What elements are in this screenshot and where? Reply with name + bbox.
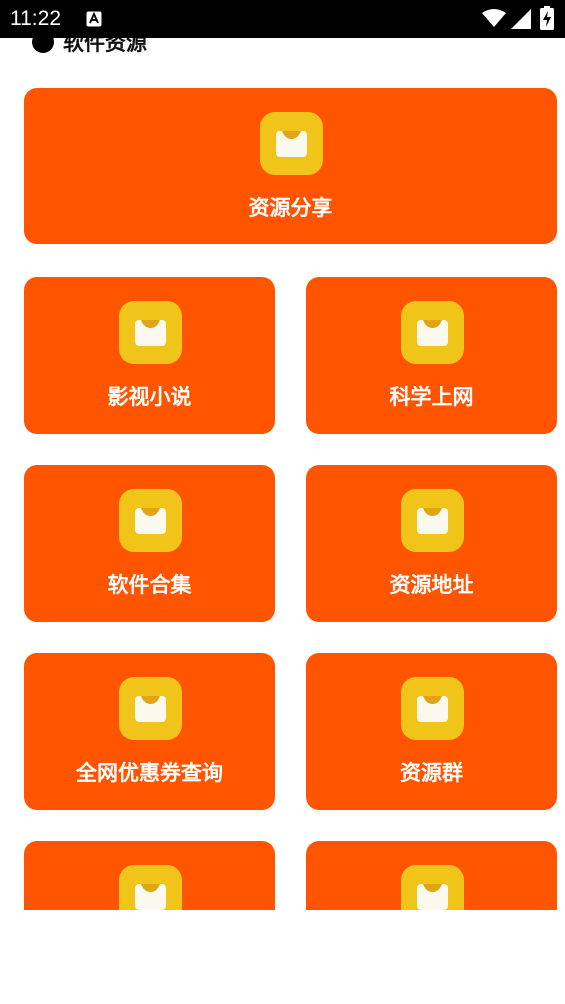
tile-resource-address[interactable]: 资源地址	[306, 465, 557, 622]
tile-label: 软件合集	[107, 573, 192, 597]
tile-label: 科学上网	[389, 385, 474, 409]
section-header: 软件资源	[32, 38, 147, 58]
box-icon	[400, 301, 464, 364]
tile-partial-right[interactable]	[306, 841, 557, 910]
tile-software-collection[interactable]: 软件合集	[24, 465, 275, 622]
section-bullet-icon	[32, 38, 54, 53]
tile-resource-share[interactable]: 资源分享	[24, 88, 557, 244]
status-bar: 11:22	[0, 0, 565, 38]
box-icon	[118, 677, 182, 740]
box-icon	[118, 301, 182, 364]
box-icon	[118, 489, 182, 552]
box-icon	[400, 677, 464, 740]
tile-label: 资源群	[400, 761, 463, 785]
tile-movies-novels[interactable]: 影视小说	[24, 277, 275, 434]
notification-icon	[86, 11, 102, 27]
wifi-icon	[482, 9, 506, 27]
section-title: 软件资源	[63, 38, 147, 55]
tile-label: 资源分享	[248, 196, 333, 220]
box-icon	[400, 865, 464, 910]
box-icon	[118, 865, 182, 910]
box-icon	[259, 112, 323, 175]
tile-label: 全网优惠券查询	[76, 761, 223, 785]
tile-coupon-search[interactable]: 全网优惠券查询	[24, 653, 275, 810]
content-area[interactable]: 软件资源 资源分享 影视小说 科学上网 软件合集 资源地址 全网优惠券查询 资源…	[0, 38, 565, 910]
battery-charging-icon	[540, 6, 554, 30]
tile-label: 资源地址	[389, 573, 474, 597]
box-icon	[400, 489, 464, 552]
tile-label: 影视小说	[107, 385, 192, 409]
signal-icon	[511, 9, 531, 29]
tile-resource-group[interactable]: 资源群	[306, 653, 557, 810]
tile-partial-left[interactable]	[24, 841, 275, 910]
status-time: 11:22	[10, 7, 61, 30]
tile-vpn[interactable]: 科学上网	[306, 277, 557, 434]
